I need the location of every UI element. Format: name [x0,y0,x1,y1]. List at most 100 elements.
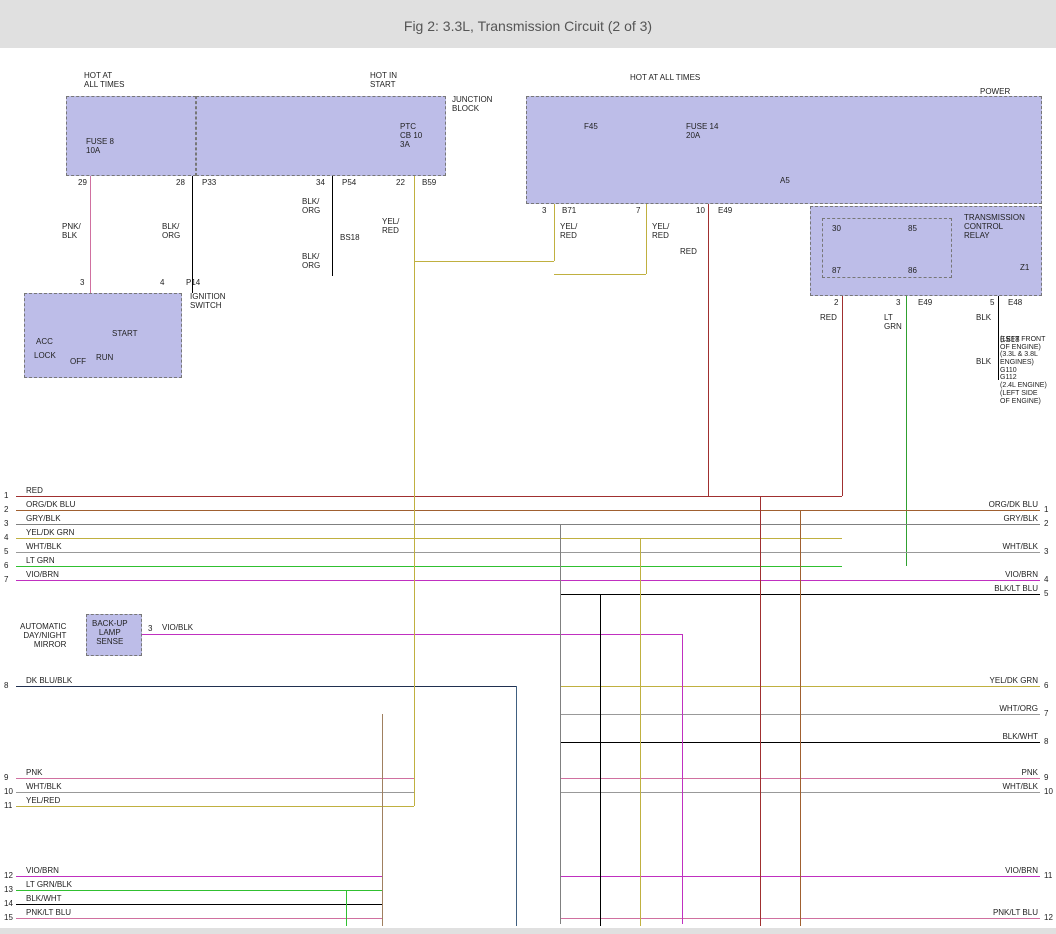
pin-29: 29 [78,178,87,187]
bus-wire-yeldkgrn [16,538,842,539]
lbl-ltgrn: LT GRN [884,314,902,332]
backup-pin3: 3 [148,624,152,633]
bus-label: YEL/DK GRN [978,676,1038,685]
bus-wire-pnkltblu [16,918,382,919]
pin-34: 34 [316,178,325,187]
bus-wire-pnk [16,778,414,779]
bus-wire-dkblublk [16,686,516,687]
lbl-pnkblk: PNK/ BLK [62,223,81,241]
pin-p14: P14 [186,278,200,287]
lbl-blkorg: BLK/ ORG [162,223,180,241]
bus-pin: 6 [1044,681,1048,690]
pin-7: 7 [636,206,640,215]
lbl-red: RED [680,248,697,257]
bus-label: PNK/LT BLU [978,908,1038,917]
bus-label: DK BLU/BLK [26,676,72,685]
bus-label: LT GRN/BLK [26,880,72,889]
wire-yelred-h2 [554,274,646,275]
pin-b71: B71 [562,206,576,215]
bus-wire-blkwht [16,904,382,905]
label-relay: TRANSMISSION CONTROL RELAY [964,214,1025,240]
pin-p33: P33 [202,178,216,187]
wire-yelred-up1 [554,204,555,261]
bus-pin: 1 [1044,505,1048,514]
bus-pin: 13 [4,885,13,894]
pin-a5: A5 [780,176,790,185]
lbl-blk2: BLK [976,358,991,367]
wire-red-10 [708,204,709,496]
wire-yelred-h [414,261,554,262]
bus-label: WHT/BLK [978,782,1038,791]
wire-drop-ltgrn2 [346,890,347,926]
bus-wire-yelred [16,806,414,807]
ign-lock: LOCK [34,352,56,361]
bus-label: WHT/ORG [978,704,1038,713]
bus-label: VIO/BRN [26,866,59,875]
relay-out-e49: E49 [918,298,932,307]
bus-pin: 7 [1044,709,1048,718]
pin-p14-4: 4 [160,278,164,287]
junction-block-fuse-area [66,96,196,176]
wire-blk-relay5b [998,340,999,380]
bus-pin: 10 [4,787,13,796]
bus-pin: 11 [1044,871,1052,880]
bus-label: ORG/DK BLU [978,500,1038,509]
bus-label: BLK/WHT [978,732,1038,741]
wire-blkorg-28 [192,176,193,293]
ign-run: RUN [96,354,113,363]
bus-pin: 2 [4,505,8,514]
bus-pin: 15 [4,913,13,922]
pin-22: 22 [396,178,405,187]
ign-start: START [112,330,137,339]
label-junction-block: JUNCTION BLOCK [452,96,492,114]
bus-pin: 8 [4,681,8,690]
wire-blkorg-34 [332,176,333,236]
lbl-yelred2: YEL/ RED [560,223,577,241]
ign-off: OFF [70,358,86,367]
bus-label: YEL/RED [26,796,60,805]
bus-pin: 9 [4,773,8,782]
bus-label: VIO/BRN [26,570,59,579]
bus-pin: 7 [4,575,8,584]
pin-z1: Z1 [1020,263,1029,272]
pin-28: 28 [176,178,185,187]
label-hot-at-all-times-2: HOT AT ALL TIMES [630,74,700,83]
bus-label: PNK [26,768,42,777]
relay-pin-87: 87 [832,266,841,275]
relay-out-3: 3 [896,298,900,307]
bus-label: BLK/WHT [26,894,62,903]
wire-drop-yel2 [640,538,641,926]
bus-pin: 3 [4,519,8,528]
bus-wire-whtblk [16,792,414,793]
bus-wire-ltgrnblk [16,890,382,891]
bus-wire-viobrn [16,876,382,877]
bus-pin: 6 [4,561,8,570]
relay-pin-30: 30 [832,224,841,233]
wire-drop-yel [414,261,415,806]
bus-label: WHT/BLK [978,542,1038,551]
bus-wire-ltgrn [16,566,842,567]
wire-vioblk-h [142,634,682,635]
bus-label: RED [26,486,43,495]
wiring-diagram: HOT AT ALL TIMES HOT IN START JUNCTION B… [0,48,1056,928]
bus-label: YEL/DK GRN [26,528,74,537]
bus-label: BLK/LT BLU [978,584,1038,593]
pin-p54: P54 [342,178,356,187]
bus-label: ORG/DK BLU [26,500,75,509]
lbl-blkorg2: BLK/ ORG [302,198,320,216]
bus-pin: 10 [1044,787,1053,796]
lbl-yelred: YEL/ RED [382,218,399,236]
bus-label: VIO/BRN [978,866,1038,875]
pin-e49: E49 [718,206,732,215]
bus-pin: 4 [1044,575,1048,584]
label-ignition-switch: IGNITION SWITCH [190,293,226,311]
wire-drop-blk1 [600,594,601,926]
relay-pin-86: 86 [908,266,917,275]
label-fuse14: FUSE 14 20A [686,123,718,141]
wire-drop-red2 [760,496,761,926]
wire-blkorg-34b [332,236,333,276]
bus-pin: 1 [4,491,8,500]
bus-pin: 5 [4,547,8,556]
relay-pin-85: 85 [908,224,917,233]
bus-label: GRY/BLK [978,514,1038,523]
